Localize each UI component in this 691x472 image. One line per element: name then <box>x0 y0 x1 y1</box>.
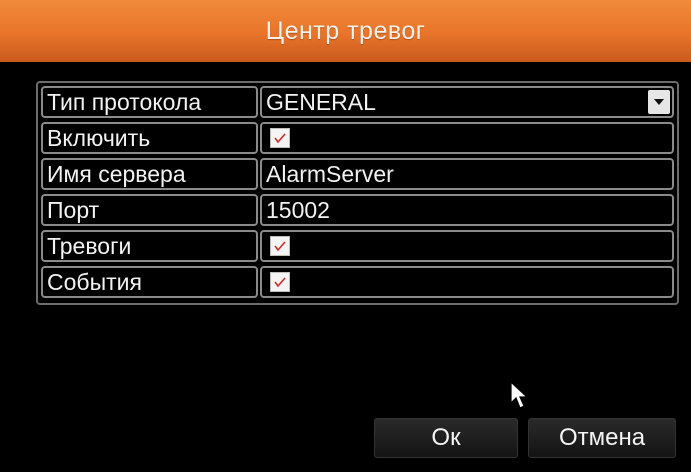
port-field[interactable]: 15002 <box>260 194 674 226</box>
server-name-label: Имя сервера <box>41 158 258 190</box>
server-name-value: AlarmServer <box>266 161 394 187</box>
enable-checkbox[interactable] <box>270 128 290 148</box>
server-name-field[interactable]: AlarmServer <box>260 158 674 190</box>
protocol-type-label: Тип протокола <box>41 86 258 118</box>
port-label: Порт <box>41 194 258 226</box>
row-enable: Включить <box>40 121 675 157</box>
alarms-checkbox[interactable] <box>270 236 290 256</box>
alarm-center-dialog: Центр тревог Тип протокола GENERAL Включ… <box>0 0 691 472</box>
port-value: 15002 <box>266 197 330 223</box>
checkmark-icon <box>274 277 286 288</box>
events-label: События <box>41 266 258 298</box>
events-checkbox[interactable] <box>270 272 290 292</box>
protocol-type-select[interactable]: GENERAL <box>260 86 674 118</box>
checkmark-icon <box>274 241 286 252</box>
row-events: События <box>40 265 675 301</box>
ok-button[interactable]: Ок <box>374 418 518 458</box>
protocol-type-value: GENERAL <box>266 89 376 115</box>
row-server-name: Имя сервера AlarmServer <box>40 157 675 193</box>
enable-cell <box>260 122 674 154</box>
row-port: Порт 15002 <box>40 193 675 229</box>
settings-form: Тип протокола GENERAL Включить Имя серве… <box>36 81 679 305</box>
enable-label: Включить <box>41 122 258 154</box>
row-alarms: Тревоги <box>40 229 675 265</box>
alarms-label: Тревоги <box>41 230 258 262</box>
alarms-cell <box>260 230 674 262</box>
events-cell <box>260 266 674 298</box>
cancel-button[interactable]: Отмена <box>528 418 676 458</box>
row-protocol-type: Тип протокола GENERAL <box>40 85 675 121</box>
dialog-title: Центр тревог <box>265 16 426 45</box>
chevron-down-icon[interactable] <box>648 90 670 114</box>
title-bar: Центр тревог <box>0 0 691 62</box>
mouse-pointer-icon <box>510 380 530 416</box>
checkmark-icon <box>274 133 286 144</box>
